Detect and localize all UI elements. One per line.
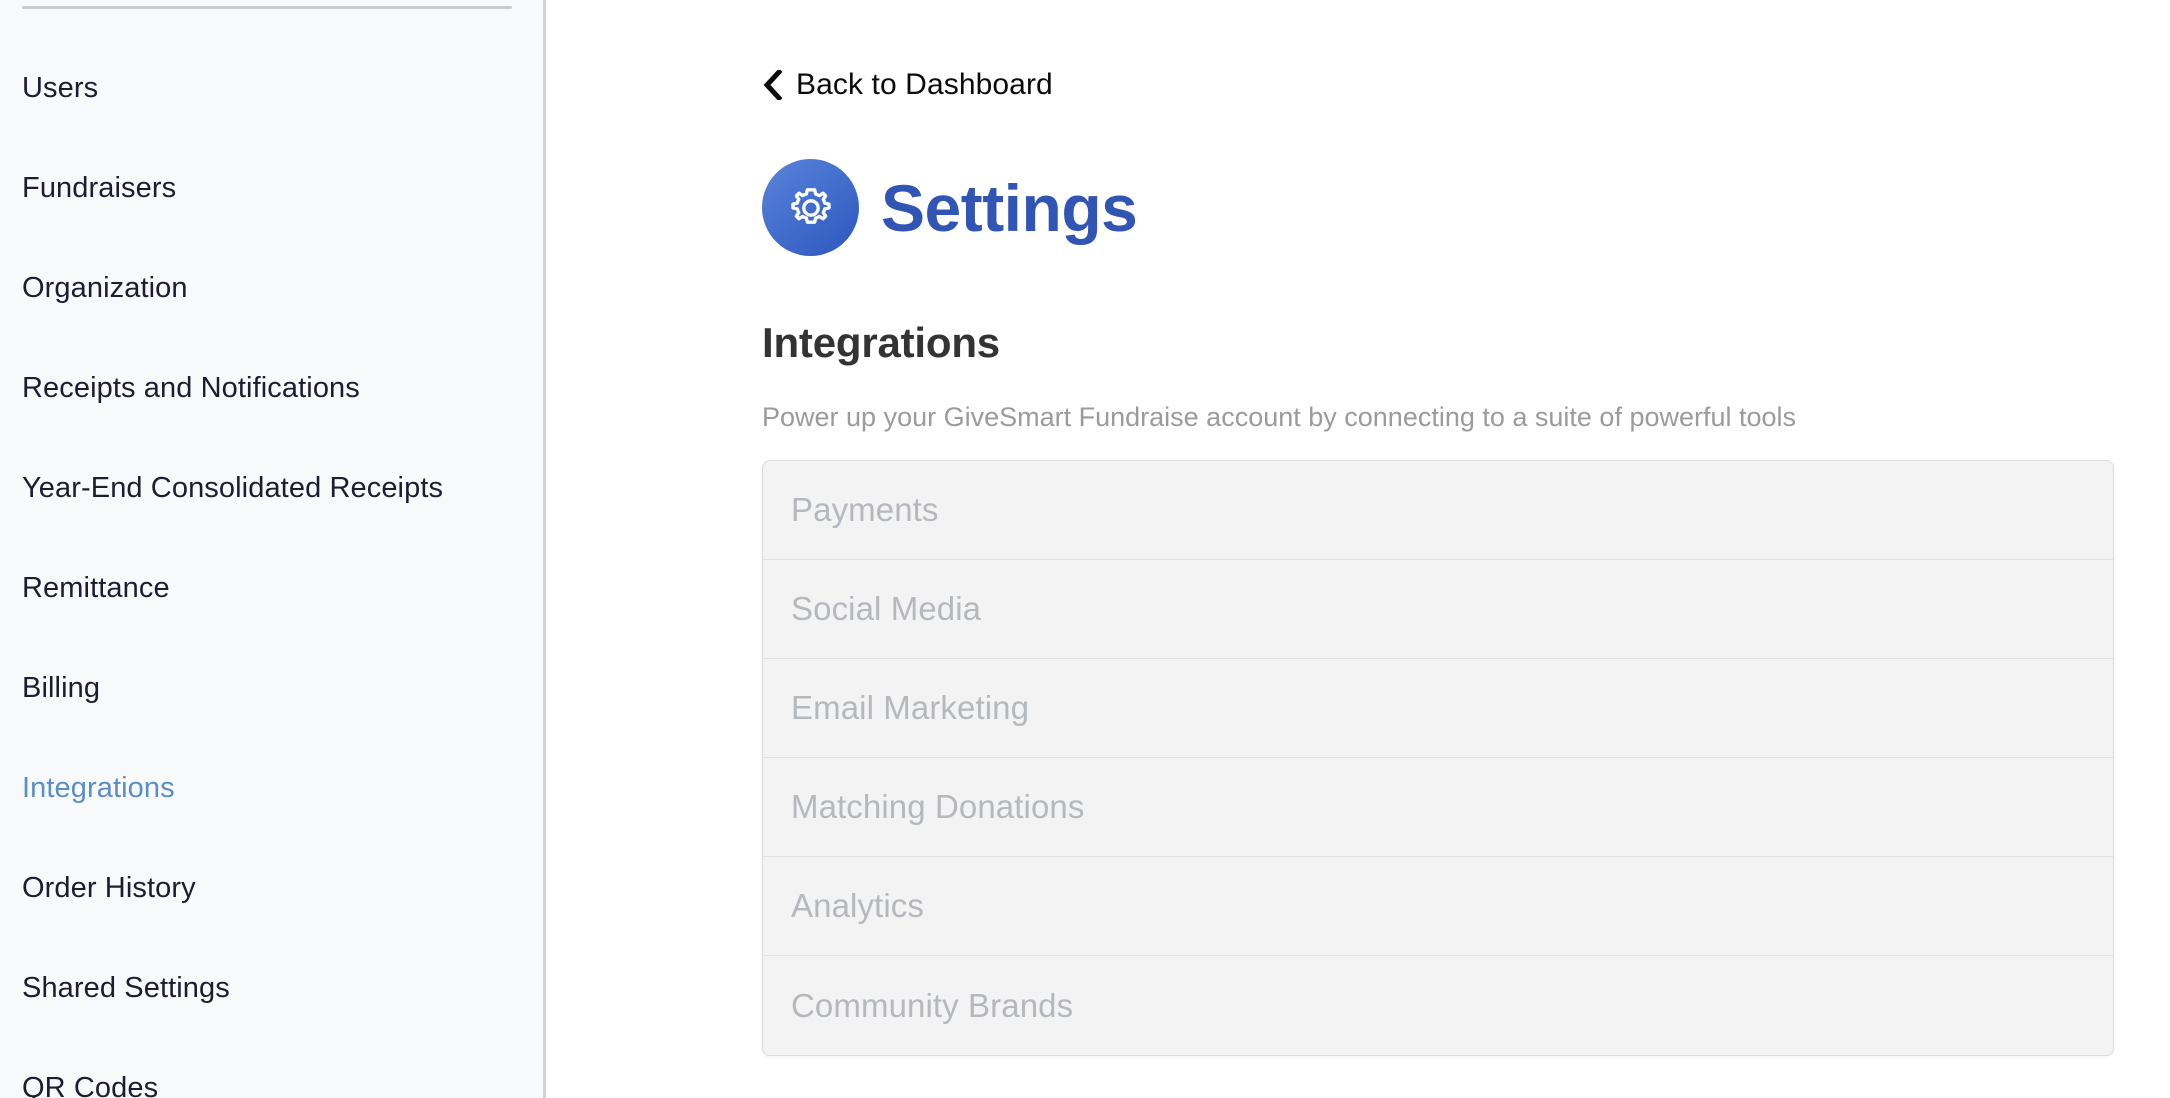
page-title: Settings: [881, 170, 1138, 245]
accordion-row-social-media[interactable]: Social Media: [763, 560, 2113, 659]
sidebar-item-label: Organization: [22, 272, 188, 304]
sidebar-item-label: Remittance: [22, 572, 170, 604]
sidebar-item-label: Receipts and Notifications: [22, 372, 360, 404]
sidebar-item-users[interactable]: Users: [0, 38, 543, 138]
back-to-dashboard-link[interactable]: Back to Dashboard: [762, 68, 1053, 102]
accordion-row-email-marketing[interactable]: Email Marketing: [763, 659, 2113, 758]
accordion-row-label: Matching Donations: [791, 788, 1085, 825]
sidebar-top-divider: [22, 6, 512, 9]
accordion-row-community-brands[interactable]: Community Brands: [763, 956, 2113, 1055]
accordion-row-label: Analytics: [791, 887, 924, 924]
sidebar-item-integrations[interactable]: Integrations: [0, 738, 543, 838]
sidebar-item-fundraisers[interactable]: Fundraisers: [0, 138, 543, 238]
accordion-row-payments[interactable]: Payments: [763, 461, 2113, 560]
section-subtitle: Power up your GiveSmart Fundraise accoun…: [762, 402, 1797, 432]
sidebar-item-order-history[interactable]: Order History: [0, 838, 543, 938]
accordion-row-label: Email Marketing: [791, 689, 1030, 726]
sidebar-item-label: Fundraisers: [22, 172, 177, 204]
sidebar-item-label: QR Codes: [22, 1072, 159, 1098]
gear-icon: [762, 159, 859, 256]
sidebar-item-organization[interactable]: Organization: [0, 238, 543, 338]
accordion-row-label: Community Brands: [791, 986, 1074, 1024]
sidebar-item-billing[interactable]: Billing: [0, 638, 543, 738]
sidebar-item-receipts-and-notifications[interactable]: Receipts and Notifications: [0, 338, 543, 438]
page-title-row: Settings: [762, 159, 1138, 256]
sidebar-item-label: Users: [22, 72, 99, 104]
sidebar-item-remittance[interactable]: Remittance: [0, 538, 543, 638]
integrations-accordion: Payments Social Media Email Marketing Match…: [762, 460, 2114, 1056]
accordion-row-matching-donations[interactable]: Matching Donations: [763, 758, 2113, 857]
sidebar-item-year-end-consolidated-receipts[interactable]: Year-End Consolidated Receipts: [0, 438, 543, 538]
sidebar-item-shared-settings[interactable]: Shared Settings: [0, 938, 543, 1038]
accordion-row-label: Payments: [791, 491, 939, 528]
back-to-dashboard-label: Back to Dashboard: [796, 68, 1053, 101]
settings-sidebar: Users Fundraisers Organization Receipts and…: [0, 0, 546, 1098]
sidebar-item-qr-codes[interactable]: QR Codes: [0, 1038, 543, 1098]
sidebar-nav-list: Users Fundraisers Organization Receipts and…: [0, 38, 543, 1098]
main-content-area: Back to Dashboard Settings Integrations …: [546, 0, 2170, 1098]
chevron-left-icon: [762, 68, 783, 102]
sidebar-item-label: Billing: [22, 672, 101, 704]
accordion-row-analytics[interactable]: Analytics: [763, 857, 2113, 956]
sidebar-item-label: Shared Settings: [22, 972, 230, 1004]
accordion-row-label: Social Media: [791, 590, 982, 627]
sidebar-item-label: Order History: [22, 872, 196, 904]
content-column: Back to Dashboard Settings Integrations …: [762, 0, 2170, 1098]
sidebar-item-label: Integrations: [22, 772, 175, 804]
sidebar-item-label: Year-End Consolidated Receipts: [22, 472, 444, 504]
section-heading: Integrations: [762, 319, 1000, 366]
app-shell: Users Fundraisers Organization Receipts and…: [0, 0, 2170, 1098]
